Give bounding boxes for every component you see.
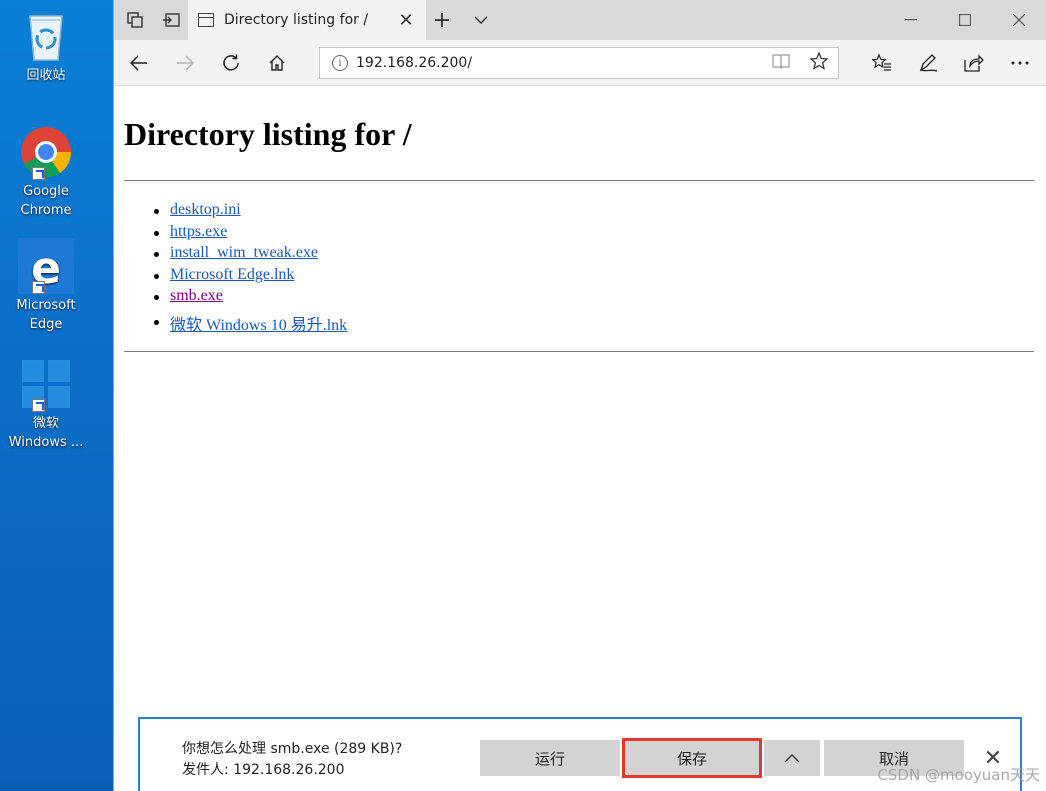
- share-button[interactable]: [955, 44, 993, 82]
- list-item: 微软 Windows 10 易升.lnk: [154, 309, 347, 335]
- desktop-icon-recycle-bin[interactable]: 回收站: [4, 8, 88, 85]
- desktop-icon-microsoft-edge[interactable]: e Microsoft Edge: [4, 238, 88, 334]
- windows-logo-icon: [18, 356, 74, 412]
- desktop-icon-google-chrome[interactable]: Google Chrome: [4, 124, 88, 220]
- favorite-star-icon[interactable]: [800, 50, 838, 75]
- list-item: desktop.ini: [154, 201, 347, 223]
- shortcut-arrow-icon: [32, 399, 45, 412]
- save-options-button[interactable]: [764, 740, 820, 776]
- recycle-bin-icon: [18, 8, 74, 64]
- page-heading: Directory listing for /: [124, 116, 412, 152]
- watermark: CSDN @mooyuan天天: [877, 766, 1040, 784]
- file-list: desktop.ini https.exe install_wim_tweak.…: [154, 201, 347, 335]
- more-dots-icon: [1011, 61, 1029, 65]
- file-link[interactable]: Microsoft Edge.lnk: [170, 266, 294, 283]
- desktop-icon-label: 微软 Windows ...: [8, 416, 84, 450]
- close-tab-icon[interactable]: ✕: [396, 10, 416, 31]
- reading-view-icon[interactable]: [762, 53, 800, 74]
- favorites-button[interactable]: [863, 44, 901, 82]
- minimize-icon: [905, 19, 917, 21]
- home-icon: [269, 55, 285, 71]
- maximize-button[interactable]: [942, 0, 988, 40]
- refresh-icon: [223, 54, 239, 71]
- divider-top: [124, 180, 1034, 181]
- list-item: install_wim_tweak.exe: [154, 244, 347, 266]
- list-item: smb.exe: [154, 287, 347, 309]
- favorites-list-icon: [872, 54, 891, 71]
- arrow-left-icon: [130, 55, 147, 71]
- tab-directory-listing[interactable]: Directory listing for / ✕: [188, 0, 426, 40]
- desktop-icon-label: Google Chrome: [20, 184, 72, 218]
- shortcut-arrow-icon: [32, 281, 45, 294]
- close-window-button[interactable]: [996, 0, 1042, 40]
- list-item: https.exe: [154, 223, 347, 245]
- file-link[interactable]: 微软 Windows 10 易升.lnk: [170, 317, 347, 334]
- download-publisher: 发件人: 192.168.26.200: [182, 762, 345, 778]
- file-link[interactable]: smb.exe: [170, 287, 223, 304]
- tabs-aside-icon: [127, 12, 143, 28]
- share-icon: [964, 54, 984, 72]
- desktop-icon-windows-upgrade[interactable]: 微软 Windows ...: [4, 356, 88, 452]
- home-button[interactable]: [258, 44, 296, 82]
- set-tabs-aside-button[interactable]: [116, 0, 154, 40]
- site-info-icon[interactable]: i: [332, 55, 348, 71]
- more-options-button[interactable]: [1001, 44, 1039, 82]
- restore-tabs-icon: [163, 13, 180, 27]
- desktop-icon-label: 回收站: [26, 68, 66, 83]
- divider-bottom: [124, 351, 1034, 352]
- page-content: Directory listing for / desktop.ini http…: [114, 86, 1046, 791]
- minimize-button[interactable]: [888, 0, 934, 40]
- desktop-icon-label: Microsoft Edge: [16, 298, 76, 332]
- run-button[interactable]: 运行: [480, 740, 620, 776]
- refresh-button[interactable]: [212, 44, 250, 82]
- browser-window: Directory listing for / ✕ + i 192.168.26…: [113, 0, 1046, 791]
- forward-button[interactable]: [166, 44, 204, 82]
- tab-title: Directory listing for /: [224, 12, 369, 28]
- chevron-up-icon: [784, 753, 800, 762]
- save-button[interactable]: 保存: [622, 738, 762, 778]
- file-link[interactable]: install_wim_tweak.exe: [170, 244, 318, 261]
- arrow-right-icon: [177, 55, 194, 71]
- show-tabs-aside-button[interactable]: [152, 0, 190, 40]
- url-text[interactable]: 192.168.26.200/: [356, 55, 762, 71]
- edge-icon: e: [18, 238, 74, 294]
- list-item: Microsoft Edge.lnk: [154, 266, 347, 288]
- pen-icon: [919, 54, 938, 72]
- chrome-icon: [18, 124, 74, 180]
- back-button[interactable]: [120, 44, 158, 82]
- chevron-down-icon: [474, 16, 488, 24]
- download-question: 你想怎么处理 smb.exe (289 KB)?: [182, 741, 403, 757]
- download-message: 你想怎么处理 smb.exe (289 KB)? 发件人: 192.168.26…: [182, 739, 402, 781]
- address-bar[interactable]: i 192.168.26.200/: [319, 47, 839, 79]
- maximize-icon: [959, 14, 971, 26]
- tab-preview-button[interactable]: [462, 0, 500, 40]
- navigation-bar: i 192.168.26.200/: [114, 40, 1046, 86]
- close-icon: [1013, 14, 1025, 26]
- plus-icon: +: [432, 7, 452, 33]
- title-bar: Directory listing for / ✕ +: [114, 0, 1046, 40]
- file-link[interactable]: desktop.ini: [170, 201, 241, 218]
- web-note-button[interactable]: [909, 44, 947, 82]
- file-link[interactable]: https.exe: [170, 223, 227, 240]
- shortcut-arrow-icon: [32, 167, 45, 180]
- page-icon: [198, 13, 214, 27]
- new-tab-button[interactable]: +: [423, 0, 461, 40]
